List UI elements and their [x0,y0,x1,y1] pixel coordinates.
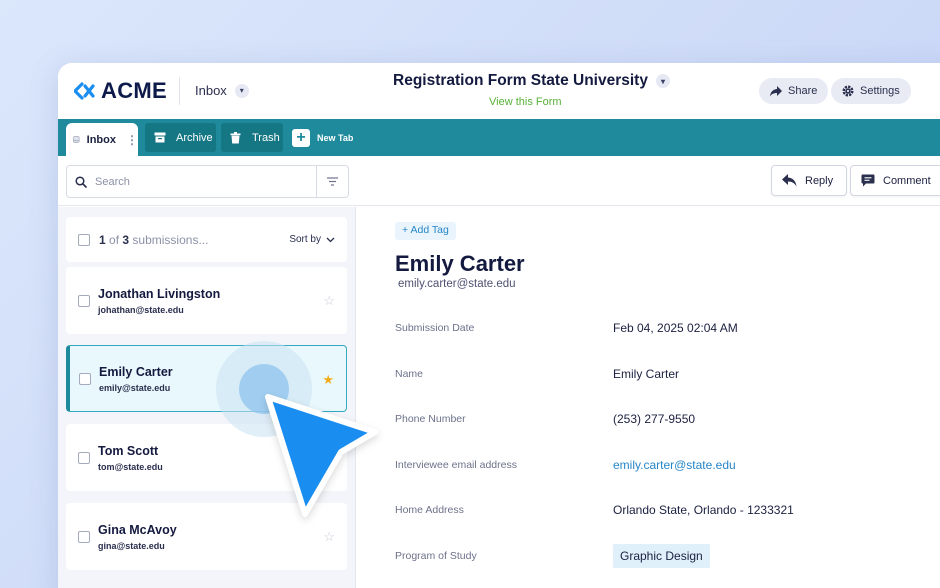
logo-text: ACME [101,78,167,103]
share-button[interactable]: Share [759,78,829,104]
submission-detail: + Add Tag Emily Carter emily.carter@stat… [357,207,940,588]
sort-dropdown[interactable]: Sort by [289,234,335,245]
count-suffix: submissions... [132,232,209,247]
email-link[interactable]: emily.carter@state.edu [613,458,736,472]
app-window: ACME Inbox ▾ Registration Form State Uni… [58,63,940,588]
item-email: johathan@state.edu [98,304,184,315]
item-email: gina@state.edu [98,540,165,551]
field-label: Name [395,368,424,380]
reply-button[interactable]: Reply [771,165,847,196]
search-box [66,165,349,198]
tab-inbox[interactable]: Inbox ⋮ [66,123,138,156]
inbox-dropdown[interactable]: Inbox ▾ [195,83,249,98]
logo[interactable]: ACME [74,78,167,104]
tab-bar: Inbox ⋮ Archive Trash + New Tab [58,119,940,156]
gear-icon [842,85,854,97]
settings-label: Settings [860,85,900,97]
field-label: Home Address [395,504,464,516]
list-header: 1 of 3 submissions... Sort by [66,217,347,262]
field-value: Emily Carter [613,367,680,381]
submission-count: 1 of 3 submissions... [99,233,208,247]
form-title[interactable]: Registration Form State University ▾ [393,72,670,90]
inbox-dropdown-label: Inbox [195,83,227,98]
item-name: Jonathan Livingston [98,286,221,301]
new-tab-label: New Tab [317,132,354,143]
comment-icon [861,174,875,187]
item-name: Tom Scott [98,443,159,458]
tab-trash[interactable]: Trash [221,123,283,152]
list-item-text: Emily Carter emily@state.edu [99,365,173,393]
submitter-email: emily.carter@state.edu [398,278,516,290]
count-of: of [109,232,120,247]
list-item-text: Gina McAvoy gina@state.edu [98,523,177,551]
list-item[interactable]: Jonathan Livingston johathan@state.edu ☆ [66,267,347,334]
search-input[interactable] [95,175,315,188]
form-title-text: Registration Form State University [393,72,648,89]
view-form-link[interactable]: View this Form [489,96,562,108]
item-email: tom@state.edu [98,461,163,472]
field-label: Program of Study [395,550,477,562]
star-icon[interactable]: ☆ [323,529,335,545]
add-tag-button[interactable]: + Add Tag [395,222,456,240]
sort-label: Sort by [289,234,321,245]
search-icon [67,175,95,188]
share-icon [770,85,782,96]
star-icon[interactable]: ★ [322,372,334,388]
item-email: emily@state.edu [99,382,171,393]
field-label: Submission Date [395,322,475,334]
list-item[interactable]: Gina McAvoy gina@state.edu ☆ [66,503,347,570]
tab-trash-label: Trash [252,131,280,144]
field-label: Phone Number [395,413,466,425]
share-label: Share [788,85,818,97]
archive-icon [150,128,169,147]
field-value: (253) 277-9550 [613,412,696,426]
tab-archive[interactable]: Archive [145,123,216,152]
count-total: 3 [122,232,130,247]
submitter-name: Emily Carter [395,251,525,276]
trash-icon [226,128,245,147]
field-value: Feb 04, 2025 02:04 AM [613,321,738,335]
filter-icon [327,177,338,186]
list-item-text: Jonathan Livingston johathan@state.edu [98,287,220,315]
item-name: Gina McAvoy [98,522,177,537]
settings-button[interactable]: Settings [831,78,911,104]
chevron-down-icon [326,237,335,242]
select-all-checkbox[interactable] [78,233,90,246]
program-chip: Graphic Design [613,544,710,568]
plus-icon: + [292,128,310,147]
field-label: Interviewee email address [395,459,517,471]
list-item-selected[interactable]: Emily Carter emily@state.edu ★ [66,345,347,412]
inbox-icon [73,136,80,143]
submission-list: 1 of 3 submissions... Sort by Jonathan L… [58,207,356,588]
chevron-down-icon: ▾ [234,83,249,98]
field-value: Orlando State, Orlando - 1233321 [613,503,794,517]
chevron-down-icon: ▾ [655,74,670,88]
new-tab-button[interactable]: + New Tab [291,123,353,152]
comment-label: Comment [883,174,931,187]
header-divider [179,77,180,105]
header: ACME Inbox ▾ Registration Form State Uni… [58,63,940,119]
tab-inbox-label: Inbox [86,133,116,146]
toolbar: Reply Comment [58,156,940,206]
comment-button[interactable]: Comment [850,165,940,196]
count-current: 1 [99,232,106,247]
reply-label: Reply [805,174,834,187]
filter-button[interactable] [316,166,348,197]
row-checkbox[interactable] [78,451,90,464]
list-item-text: Tom Scott tom@state.edu [98,444,163,472]
list-item[interactable]: Tom Scott tom@state.edu ☆ [66,424,347,491]
tab-menu-icon[interactable]: ⋮ [126,134,138,146]
star-icon[interactable]: ☆ [323,293,335,309]
row-checkbox[interactable] [79,372,91,385]
row-checkbox[interactable] [78,294,90,307]
acme-logo-icon [74,82,95,100]
reply-icon [782,174,797,187]
tab-archive-label: Archive [176,131,213,144]
star-icon[interactable]: ☆ [323,450,335,466]
row-checkbox[interactable] [78,530,90,543]
item-name: Emily Carter [99,364,173,379]
